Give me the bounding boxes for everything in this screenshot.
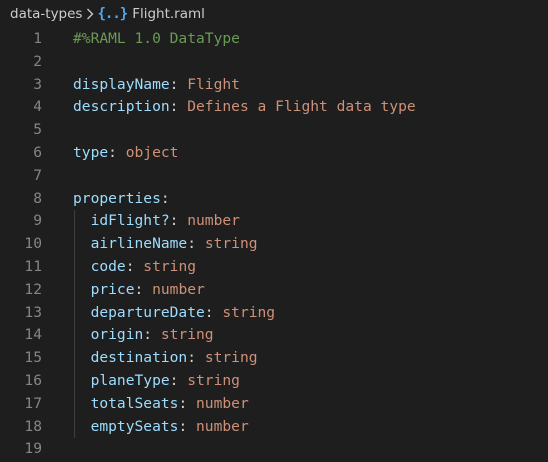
- key-token: code: [73, 257, 126, 275]
- colon-token: :: [143, 326, 153, 344]
- code-lines[interactable]: 1 #%RAML 1.0 DataType 2 3 displayName: Fligh…: [0, 28, 548, 461]
- line-number: 3: [33, 75, 42, 93]
- code-line[interactable]: 8 properties:: [0, 188, 548, 211]
- line-number: 2: [33, 52, 42, 70]
- value-token: number: [187, 417, 249, 435]
- line-number: 19: [24, 440, 42, 458]
- key-token: properties: [73, 189, 161, 207]
- line-text: description: Defines a Flight data type: [73, 96, 416, 119]
- line-number: 13: [24, 303, 42, 321]
- key-token: idFlight?: [73, 212, 170, 230]
- colon-token: :: [178, 394, 188, 412]
- key-token: displayName: [73, 75, 170, 93]
- line-text: airlineName: string: [73, 233, 258, 256]
- code-line[interactable]: 19: [0, 438, 548, 461]
- colon-token: :: [160, 189, 170, 207]
- line-text: displayName: Flight: [73, 74, 240, 97]
- line-text: #%RAML 1.0 DataType: [73, 28, 240, 51]
- colon-token: :: [108, 143, 117, 161]
- line-number: 7: [33, 166, 42, 184]
- line-number: 11: [24, 257, 42, 275]
- code-line[interactable]: 14 origin: string: [0, 324, 548, 348]
- code-line[interactable]: 2: [0, 51, 548, 74]
- value-token: string: [178, 371, 240, 389]
- value-token: Flight: [178, 75, 240, 93]
- line-text: price: number: [73, 279, 205, 302]
- code-line[interactable]: 17 totalSeats: number: [0, 392, 548, 416]
- colon-token: :: [134, 280, 144, 298]
- line-number: 5: [33, 121, 42, 139]
- code-line[interactable]: 10 airlineName: string: [0, 233, 548, 256]
- line-text: departureDate: string: [73, 302, 276, 325]
- code-editor[interactable]: data-types {..} Flight.raml 1 #%RAML 1.0 …: [0, 0, 548, 462]
- key-token: type: [73, 143, 109, 161]
- code-line[interactable]: 16 planeType: string: [0, 369, 548, 393]
- line-text: emptySeats: number: [73, 416, 249, 439]
- curly-braces-icon: {..}: [97, 6, 128, 22]
- value-token: object: [116, 143, 179, 161]
- code-line[interactable]: 5: [0, 119, 548, 142]
- line-number: 17: [24, 394, 42, 412]
- code-line[interactable]: 4 description: Defines a Flight data type: [0, 96, 548, 119]
- line-number: 18: [24, 417, 42, 435]
- key-token: departureDate: [73, 303, 205, 321]
- value-token: number: [143, 280, 205, 298]
- chevron-right-icon: [86, 8, 94, 20]
- colon-token: :: [178, 417, 188, 435]
- breadcrumb: data-types {..} Flight.raml: [0, 0, 548, 28]
- key-token: price: [73, 280, 135, 298]
- key-token: airlineName: [73, 235, 188, 253]
- colon-token: :: [125, 257, 135, 275]
- key-token: planeType: [73, 371, 170, 389]
- code-line[interactable]: 13 departureDate: string: [0, 301, 548, 325]
- code-line[interactable]: 1 #%RAML 1.0 DataType: [0, 28, 548, 51]
- value-token: string: [196, 349, 258, 367]
- line-number: 15: [24, 349, 42, 367]
- code-line[interactable]: 15 destination: string: [0, 347, 548, 370]
- value-token: number: [187, 394, 249, 412]
- line-text: origin: string: [73, 324, 214, 347]
- code-line[interactable]: 9 idFlight?: number: [0, 210, 548, 234]
- key-token: destination: [73, 349, 188, 367]
- key-token: totalSeats: [73, 394, 179, 412]
- code-line[interactable]: 11 code: string: [0, 255, 548, 279]
- line-text: destination: string: [73, 347, 258, 370]
- value-token: Defines a Flight data type: [178, 98, 416, 116]
- colon-token: :: [187, 235, 197, 253]
- value-token: string: [134, 257, 197, 275]
- line-number: 1: [33, 30, 42, 47]
- line-number: 14: [24, 326, 42, 344]
- code-line[interactable]: 3 displayName: Flight: [0, 74, 548, 97]
- code-line[interactable]: 6 type: object: [0, 142, 548, 165]
- colon-token: :: [187, 349, 197, 367]
- breadcrumb-file[interactable]: Flight.raml: [132, 6, 205, 22]
- line-text: totalSeats: number: [73, 393, 249, 416]
- line-number: 16: [24, 371, 42, 389]
- colon-token: :: [204, 303, 214, 321]
- line-number: 9: [33, 212, 42, 230]
- key-token: origin: [73, 326, 144, 344]
- line-number: 10: [24, 235, 42, 253]
- line-text: properties:: [73, 188, 170, 211]
- line-number: 8: [33, 189, 42, 207]
- line-number: 6: [33, 143, 42, 161]
- key-token: description: [73, 98, 170, 116]
- line-text: planeType: string: [73, 370, 240, 393]
- code-line[interactable]: 12 price: number: [0, 278, 548, 302]
- code-line[interactable]: 7: [0, 165, 548, 188]
- value-token: number: [178, 212, 240, 230]
- value-token: string: [152, 326, 214, 344]
- line-number: 4: [33, 98, 42, 116]
- key-token: emptySeats: [73, 417, 179, 435]
- value-token: string: [213, 303, 276, 321]
- value-token: string: [196, 235, 258, 253]
- line-text: type: object: [73, 142, 178, 165]
- line-number: 12: [24, 280, 42, 298]
- line-text: idFlight?: number: [73, 210, 240, 233]
- code-line[interactable]: 18 emptySeats: number: [0, 415, 548, 439]
- line-text: code: string: [73, 256, 196, 279]
- comment-token: #%RAML 1.0 DataType: [73, 30, 240, 47]
- breadcrumb-folder[interactable]: data-types: [10, 6, 82, 22]
